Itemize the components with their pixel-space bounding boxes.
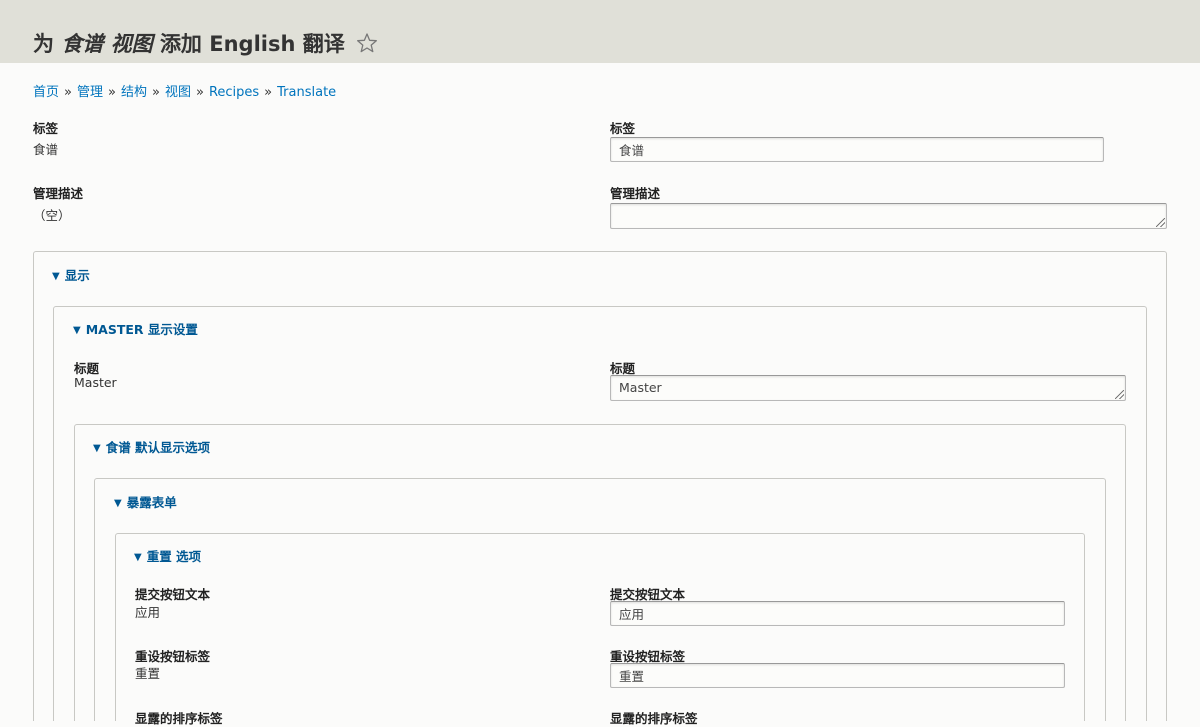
- reset-options-toggle-label: 重置 选项: [146, 549, 202, 564]
- triangle-down-icon: ▼: [73, 325, 81, 336]
- master-title-textarea[interactable]: Master: [610, 375, 1126, 401]
- source-admin-desc-value: （空）: [33, 208, 71, 223]
- breadcrumb-separator: »: [151, 85, 160, 100]
- submit-text-source-value: 应用: [135, 605, 161, 620]
- master-title-source-value: Master: [74, 375, 117, 390]
- default-display-toggle-label: 食谱 默认显示选项: [105, 440, 211, 455]
- breadcrumb: 首页 » 管理 » 结构 » 视图 » Recipes » Translate: [33, 81, 336, 100]
- breadcrumb-views[interactable]: 视图: [165, 85, 191, 100]
- exposed-sort-translated-label: 显露的排序标签: [610, 711, 698, 726]
- source-label-title: 标签: [33, 121, 59, 136]
- master-settings-toggle-label: MASTER 显示设置: [85, 322, 198, 337]
- breadcrumb-structure[interactable]: 结构: [121, 85, 147, 100]
- master-settings-toggle[interactable]: ▼ MASTER 显示设置: [73, 319, 198, 338]
- title-suffix: 添加 English 翻译: [159, 32, 345, 56]
- title-item-name: 食谱: [61, 32, 104, 56]
- exposed-sort-label: 显露的排序标签: [135, 711, 223, 726]
- source-admin-desc-title: 管理描述: [33, 186, 84, 201]
- triangle-down-icon: ▼: [52, 271, 60, 282]
- translation-admin-desc-title: 管理描述: [610, 186, 661, 201]
- breadcrumb-home[interactable]: 首页: [33, 85, 59, 100]
- title-item-type: 视图: [110, 32, 153, 56]
- reset-button-input[interactable]: [610, 663, 1065, 688]
- display-toggle-label: 显示: [64, 268, 90, 283]
- translation-label-input[interactable]: [610, 137, 1104, 162]
- triangle-down-icon: ▼: [134, 552, 142, 563]
- triangle-down-icon: ▼: [114, 498, 122, 509]
- reset-options-toggle[interactable]: ▼ 重置 选项: [134, 546, 201, 565]
- breadcrumb-translate[interactable]: Translate: [277, 85, 336, 100]
- reset-button-source-value: 重置: [135, 666, 161, 681]
- default-display-toggle[interactable]: ▼ 食谱 默认显示选项: [93, 437, 210, 456]
- submit-text-label: 提交按钮文本: [135, 587, 211, 602]
- breadcrumb-separator: »: [108, 85, 116, 100]
- source-label-value: 食谱: [33, 142, 59, 157]
- star-icon[interactable]: [356, 32, 378, 61]
- page-title: 为 食谱 视图 添加 English 翻译: [33, 30, 378, 61]
- breadcrumb-separator: »: [195, 85, 204, 100]
- title-prefix: 为: [33, 32, 54, 56]
- reset-options-fieldset: [115, 533, 1085, 721]
- exposed-form-toggle[interactable]: ▼ 暴露表单: [114, 492, 177, 511]
- breadcrumb-recipes[interactable]: Recipes: [209, 85, 259, 100]
- submit-text-input[interactable]: [610, 601, 1065, 626]
- breadcrumb-admin[interactable]: 管理: [77, 85, 103, 100]
- exposed-form-toggle-label: 暴露表单: [126, 495, 177, 510]
- breadcrumb-separator: »: [64, 85, 72, 100]
- translation-label-title: 标签: [610, 121, 636, 136]
- display-toggle[interactable]: ▼ 显示: [52, 265, 90, 284]
- breadcrumb-separator: »: [264, 85, 273, 100]
- page-header: 为 食谱 视图 添加 English 翻译: [0, 0, 1200, 63]
- translation-admin-desc-textarea[interactable]: [610, 203, 1167, 229]
- triangle-down-icon: ▼: [93, 443, 101, 454]
